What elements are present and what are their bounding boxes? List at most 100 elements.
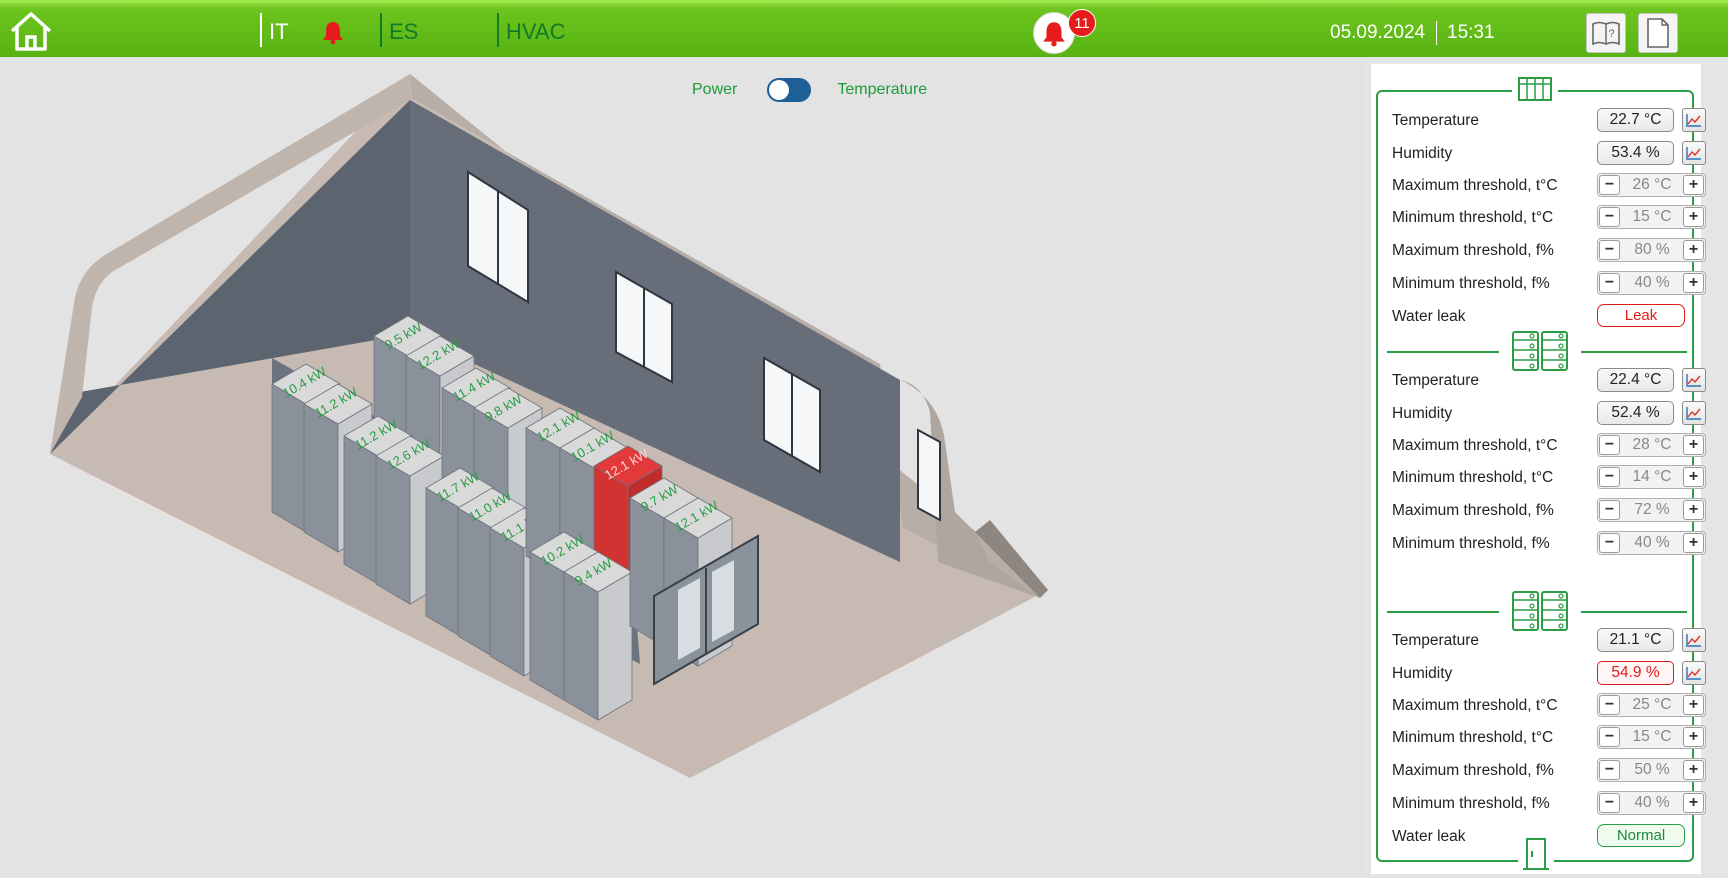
sensor1-max-temp-decrement-button[interactable]: −: [1599, 175, 1620, 195]
sensor2-max-humidity-decrement-button[interactable]: −: [1599, 500, 1620, 520]
sensor3-min-temp-increment-button[interactable]: +: [1683, 727, 1704, 747]
bell-icon: [1043, 22, 1065, 47]
section-icon: [1509, 590, 1571, 632]
section-divider: [1581, 611, 1687, 613]
sensor2-min-humidity-increment-button[interactable]: +: [1683, 533, 1704, 553]
nav-hvac[interactable]: HVAC: [506, 19, 566, 45]
row-sensor1-temperature: Temperature 22.7 °C: [1392, 108, 1706, 134]
row-sensor2-min-humidity: Minimum threshold, f% −40 % +: [1392, 531, 1706, 557]
sensor2-min-temp-decrement-button[interactable]: −: [1599, 467, 1620, 487]
sensor1-min-humidity-value: 40 %: [1634, 274, 1670, 291]
date-time-separator: [1436, 21, 1437, 45]
sensor2-humidity-value: 52.4 %: [1597, 401, 1674, 425]
sensor1-humidity-trend-button[interactable]: [1682, 141, 1706, 165]
sensor2-min-temp-label: Minimum threshold, t°C: [1392, 469, 1554, 486]
alarm-count-badge: 11: [1068, 9, 1096, 37]
sensor1-max-humidity-label: Maximum threshold, f%: [1392, 242, 1554, 259]
sensor1-max-humidity-decrement-button[interactable]: −: [1599, 240, 1620, 260]
section-divider: [1387, 611, 1499, 613]
sensor1-temperature-trend-button[interactable]: [1682, 108, 1706, 132]
rack-front: [529, 551, 565, 701]
sensor3-temperature-label: Temperature: [1392, 632, 1480, 649]
sensor2-max-humidity-increment-button[interactable]: +: [1683, 500, 1704, 520]
sensor2-max-temp-decrement-button[interactable]: −: [1599, 435, 1620, 455]
sensor3-humidity-value: 54.9 %: [1597, 661, 1674, 685]
section-divider: [1387, 351, 1499, 353]
sensor3-min-humidity-label: Minimum threshold, f%: [1392, 795, 1550, 812]
rack-front: [457, 507, 493, 657]
row-sensor3-min-temp: Minimum threshold, t°C −15 °C +: [1392, 725, 1706, 751]
current-date: 05.09.2024: [1330, 22, 1426, 43]
row-sensor2-min-temp: Minimum threshold, t°C −14 °C +: [1392, 465, 1706, 491]
bell-icon[interactable]: [320, 19, 346, 45]
sensor3-max-temp-value: 25 °C: [1632, 696, 1672, 713]
row-sensor2-max-temp: Maximum threshold, t°C −28 °C +: [1392, 433, 1706, 459]
row-sensor3-max-humidity: Maximum threshold, f% −50 % +: [1392, 758, 1706, 784]
sensor3-max-temp-increment-button[interactable]: +: [1683, 695, 1704, 715]
top-bar: IT ES HVAC 11 05.09.2024 15:31 ?: [0, 0, 1728, 57]
sensor1-min-temp-increment-button[interactable]: +: [1683, 207, 1704, 227]
sensor3-max-humidity-decrement-button[interactable]: −: [1599, 760, 1620, 780]
rack-pair-icon: [1512, 591, 1568, 631]
sensor1-water-leak-status-badge: Leak: [1597, 304, 1685, 327]
room-3d-scene: 10.4 kW11.2 kW9.5 kW12.2 kW11.2 kW12.6 k…: [50, 74, 1048, 778]
home-button[interactable]: [8, 9, 60, 55]
help-button[interactable]: ?: [1586, 13, 1626, 53]
sensor3-min-humidity-increment-button[interactable]: +: [1683, 793, 1704, 813]
rack-front: [343, 435, 379, 585]
sensor3-min-humidity-value: 40 %: [1634, 794, 1670, 811]
room-view: Power Temperature 10.4 kW 11.2 kW 9.5 kW…: [0, 62, 1365, 878]
sensor3-max-temp-decrement-button[interactable]: −: [1599, 695, 1620, 715]
sensor1-min-temp-value: 15 °C: [1632, 208, 1672, 225]
sensor3-max-temp-label: Maximum threshold, t°C: [1392, 697, 1558, 714]
sensor1-min-humidity-stepper: −40 % +: [1597, 271, 1706, 295]
trend-chart-icon: [1686, 407, 1701, 420]
rack-front: [425, 487, 461, 637]
sensor2-max-temp-increment-button[interactable]: +: [1683, 435, 1704, 455]
row-sensor3-min-humidity: Minimum threshold, f% −40 % +: [1392, 791, 1706, 817]
sensor3-min-humidity-stepper: −40 % +: [1597, 791, 1706, 815]
sensor3-max-humidity-increment-button[interactable]: +: [1683, 760, 1704, 780]
rack-front: [489, 527, 525, 677]
sensor2-max-temp-stepper: −28 °C +: [1597, 433, 1706, 457]
sensor1-min-temp-label: Minimum threshold, t°C: [1392, 209, 1554, 226]
sensor2-min-humidity-decrement-button[interactable]: −: [1599, 533, 1620, 553]
nav-es[interactable]: ES: [389, 19, 418, 45]
sensor2-max-humidity-value: 72 %: [1634, 501, 1670, 518]
sensor1-max-humidity-increment-button[interactable]: +: [1683, 240, 1704, 260]
sensor3-min-temp-decrement-button[interactable]: −: [1599, 727, 1620, 747]
sensor2-temperature-trend-button[interactable]: [1682, 368, 1706, 392]
row-sensor1-max-humidity: Maximum threshold, f% −80 % +: [1392, 238, 1706, 264]
sensor3-humidity-trend-button[interactable]: [1682, 661, 1706, 685]
sensor2-temperature-label: Temperature: [1392, 372, 1480, 389]
section-divider: [1581, 351, 1687, 353]
row-sensor2-temperature: Temperature 22.4 °C: [1392, 368, 1706, 394]
sensor3-max-humidity-label: Maximum threshold, f%: [1392, 762, 1554, 779]
sensor1-humidity-value: 53.4 %: [1597, 141, 1674, 165]
row-sensor1-humidity: Humidity 53.4 %: [1392, 141, 1706, 167]
sensor3-max-humidity-stepper: −50 % +: [1597, 758, 1706, 782]
sensor1-min-humidity-increment-button[interactable]: +: [1683, 273, 1704, 293]
nav-it[interactable]: IT: [269, 19, 289, 45]
sensor2-max-humidity-label: Maximum threshold, f%: [1392, 502, 1554, 519]
sensor1-min-temp-stepper: −15 °C +: [1597, 205, 1706, 229]
sensor2-min-humidity-value: 40 %: [1634, 534, 1670, 551]
trend-chart-icon: [1686, 634, 1701, 647]
sensor1-min-humidity-decrement-button[interactable]: −: [1599, 273, 1620, 293]
sensor3-min-humidity-decrement-button[interactable]: −: [1599, 793, 1620, 813]
sensor1-max-humidity-stepper: −80 % +: [1597, 238, 1706, 262]
sensor2-min-temp-increment-button[interactable]: +: [1683, 467, 1704, 487]
rack-front: [303, 403, 339, 553]
current-time: 15:31: [1447, 22, 1495, 43]
report-button[interactable]: [1638, 13, 1678, 53]
sensor3-temperature-trend-button[interactable]: [1682, 628, 1706, 652]
sensor2-min-humidity-label: Minimum threshold, f%: [1392, 535, 1550, 552]
sensor2-humidity-trend-button[interactable]: [1682, 401, 1706, 425]
trend-chart-icon: [1686, 374, 1701, 387]
rack-r16[interactable]: 9.4 kW: [563, 551, 633, 721]
sensor1-max-temp-increment-button[interactable]: +: [1683, 175, 1704, 195]
sensor1-min-temp-decrement-button[interactable]: −: [1599, 207, 1620, 227]
row-sensor2-humidity: Humidity 52.4 %: [1392, 401, 1706, 427]
nav-separator: [380, 13, 382, 47]
sensor1-min-humidity-label: Minimum threshold, f%: [1392, 275, 1550, 292]
